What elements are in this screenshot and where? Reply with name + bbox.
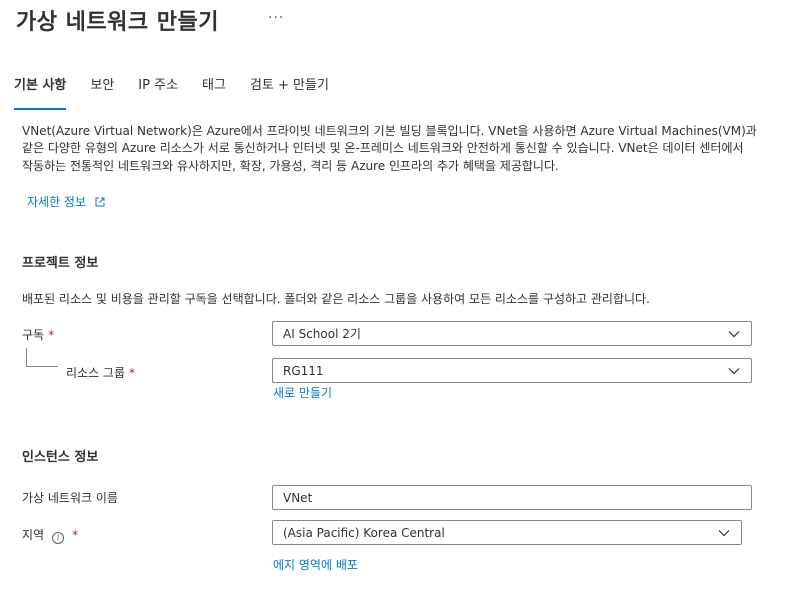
external-link-icon — [95, 192, 105, 211]
subscription-label: 구독 * — [22, 326, 54, 343]
vnet-name-input[interactable]: VNet — [272, 485, 752, 510]
region-label: 지역 i * — [22, 526, 78, 544]
resource-group-dropdown[interactable]: RG111 — [272, 358, 752, 383]
tab-review-create[interactable]: 검토 + 만들기 — [250, 74, 329, 102]
resource-group-value: RG111 — [283, 363, 324, 378]
tab-bar: 기본 사항 보안 IP 주소 태그 검토 + 만들기 — [14, 74, 353, 110]
tab-security[interactable]: 보안 — [90, 74, 114, 102]
page-title: 가상 네트워크 만들기 — [16, 10, 219, 35]
tab-tags[interactable]: 태그 — [202, 74, 226, 102]
chevron-down-icon — [728, 367, 740, 374]
project-details-heading: 프로젝트 정보 — [22, 256, 99, 271]
region-value: (Asia Pacific) Korea Central — [283, 525, 445, 540]
more-options-icon[interactable]: ... — [268, 6, 284, 22]
learn-more-link[interactable]: 자세한 정보 — [27, 191, 105, 211]
tree-connector-vertical — [26, 348, 27, 366]
chevron-down-icon — [718, 529, 730, 536]
deploy-to-edge-zone-link[interactable]: 에지 영역에 배포 — [273, 556, 358, 573]
instance-details-heading: 인스턴스 정보 — [22, 450, 99, 465]
required-asterisk: * — [129, 366, 136, 380]
vnet-name-label: 가상 네트워크 이름 — [22, 491, 118, 505]
vnet-name-value: VNet — [283, 490, 313, 505]
chevron-down-icon — [728, 330, 740, 337]
required-asterisk: * — [72, 528, 79, 542]
intro-description: VNet(Azure Virtual Network)은 Azure에서 프라이… — [22, 124, 757, 173]
required-asterisk: * — [48, 328, 55, 342]
learn-more-label: 자세한 정보 — [27, 195, 87, 209]
project-details-description: 배포된 리소스 및 비용을 관리할 구독을 선택합니다. 폴더와 같은 리소스 … — [22, 292, 650, 306]
tab-basics[interactable]: 기본 사항 — [14, 74, 67, 110]
subscription-value: AI School 2기 — [283, 327, 361, 341]
resource-group-label-text: 리소스 그룹 — [66, 366, 126, 380]
region-dropdown[interactable]: (Asia Pacific) Korea Central — [272, 520, 742, 545]
tree-connector-horizontal — [26, 366, 58, 367]
subscription-dropdown[interactable]: AI School 2기 — [272, 321, 752, 346]
tab-ip-addresses[interactable]: IP 주소 — [138, 74, 178, 102]
resource-group-label: 리소스 그룹 * — [66, 364, 135, 381]
info-icon[interactable]: i — [52, 532, 65, 544]
region-label-text: 지역 — [22, 528, 45, 542]
create-new-resource-group-link[interactable]: 새로 만들기 — [273, 384, 332, 401]
subscription-label-text: 구독 — [22, 328, 45, 342]
